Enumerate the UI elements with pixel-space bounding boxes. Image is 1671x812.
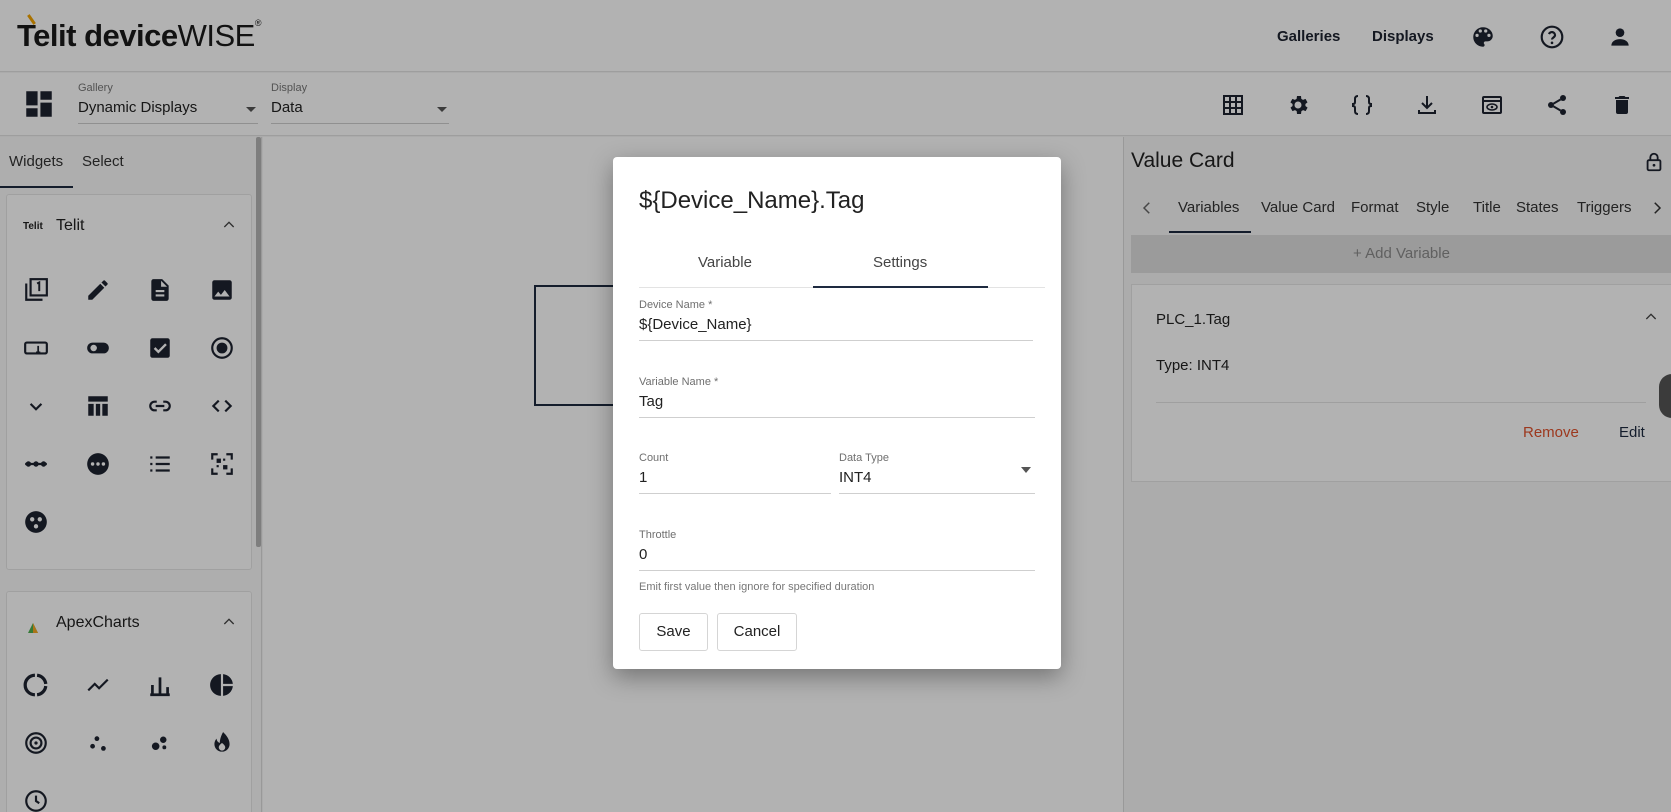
data-type-label: Data Type <box>839 452 889 464</box>
tab-indicator <box>813 286 988 288</box>
throttle-hint: Emit first value then ignore for specifi… <box>639 581 875 593</box>
throttle-field[interactable]: Throttle 0 <box>639 529 1035 571</box>
throttle-label: Throttle <box>639 529 677 541</box>
data-type-value: INT4 <box>839 469 872 486</box>
count-field[interactable]: Count 1 <box>639 452 831 494</box>
variable-name-value: Tag <box>639 393 664 410</box>
data-type-select[interactable]: Data Type INT4 <box>839 452 1035 494</box>
variable-name-field[interactable]: Variable Name * Tag <box>639 376 1035 418</box>
tab-settings[interactable]: Settings <box>873 254 927 271</box>
variable-name-label: Variable Name * <box>639 376 719 388</box>
device-name-field[interactable]: Device Name * ${Device_Name} <box>639 299 1033 341</box>
variable-dialog: ${Device_Name}.Tag Variable Settings Dev… <box>613 157 1061 669</box>
count-label: Count <box>639 452 669 464</box>
tab-variable[interactable]: Variable <box>698 254 752 271</box>
device-name-label: Device Name * <box>639 299 713 311</box>
dialog-title: ${Device_Name}.Tag <box>639 187 865 214</box>
throttle-value: 0 <box>639 546 648 563</box>
device-name-value: ${Device_Name} <box>639 316 752 333</box>
save-button[interactable]: Save <box>639 613 708 651</box>
caret-down-icon <box>1021 467 1031 473</box>
count-value: 1 <box>639 469 648 486</box>
cancel-button[interactable]: Cancel <box>717 613 797 651</box>
